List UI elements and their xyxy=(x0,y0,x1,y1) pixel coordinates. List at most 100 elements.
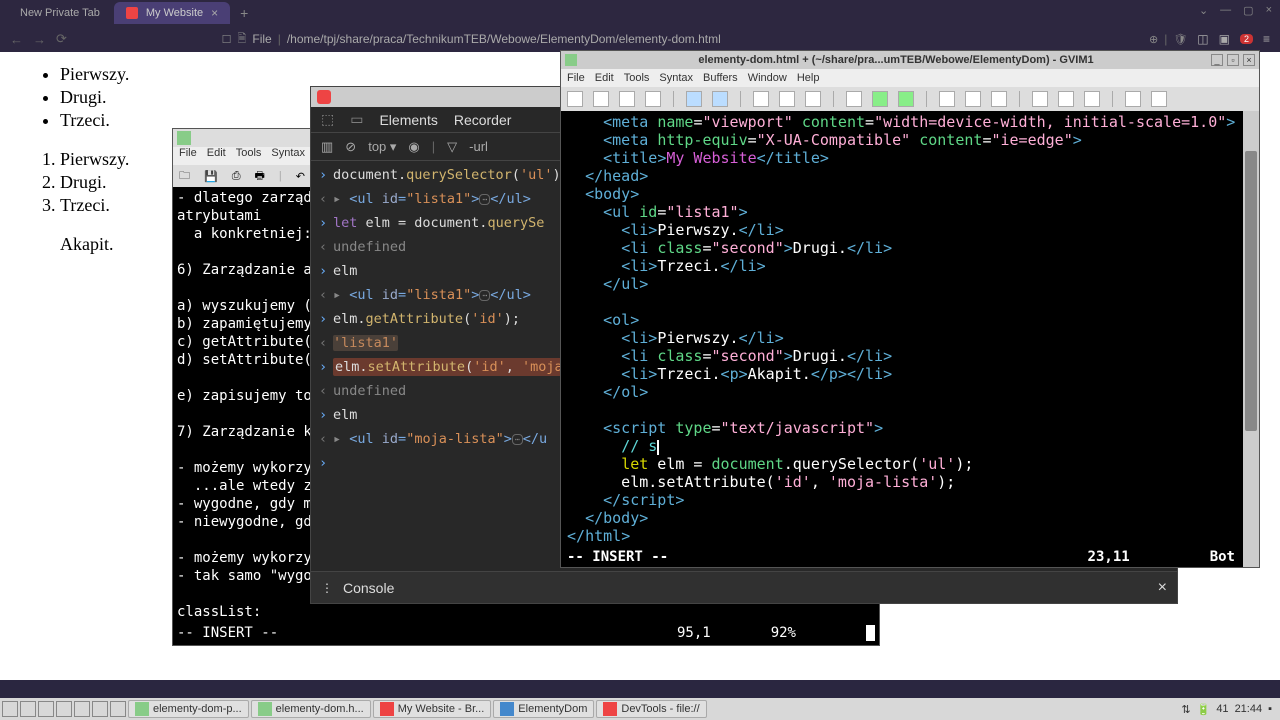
search-help-icon[interactable] xyxy=(1151,91,1167,107)
status-bar: -- INSERT -- 95,192% xyxy=(173,625,879,645)
saveall-icon[interactable]: ⎙ xyxy=(232,170,241,183)
print-icon[interactable] xyxy=(645,91,661,107)
minimize-icon[interactable]: — xyxy=(1220,4,1231,17)
back-icon[interactable]: ← xyxy=(10,32,23,47)
sidebar-toggle-icon[interactable]: ▥ xyxy=(321,139,333,155)
context-select[interactable]: top ▾ xyxy=(368,139,396,155)
launcher-icon[interactable] xyxy=(74,701,90,717)
sidebar-icon[interactable]: ▣ xyxy=(1219,32,1230,46)
menu-edit[interactable]: Edit xyxy=(595,72,614,84)
reload-icon[interactable]: ⟳ xyxy=(56,31,67,47)
drawer-tab-console[interactable]: Console xyxy=(343,580,394,596)
battery-icon[interactable]: 🔋 xyxy=(1197,703,1211,716)
gvim-window[interactable]: elementy-dom.html + (~/share/pra...umTEB… xyxy=(560,50,1260,568)
menu-buffers[interactable]: Buffers xyxy=(703,72,738,84)
menu-window[interactable]: Window xyxy=(748,72,787,84)
bookmark-icon[interactable]: ☐ xyxy=(222,33,232,46)
launcher-icon[interactable] xyxy=(20,701,36,717)
help-icon[interactable] xyxy=(991,91,1007,107)
url-bar[interactable]: ☐ 🗎 File | /home/tpj/share/praca/Technik… xyxy=(77,30,1187,49)
menu-file[interactable]: File xyxy=(567,72,585,84)
taskbar-item[interactable]: DevTools - file:// xyxy=(596,700,706,718)
chevron-down-icon[interactable]: ⌄ xyxy=(1199,4,1208,17)
script-icon[interactable] xyxy=(1032,91,1048,107)
clear-icon[interactable]: ⊘ xyxy=(345,139,356,155)
tab-recorder[interactable]: Recorder xyxy=(454,112,512,128)
print-icon[interactable]: 🖶 xyxy=(255,167,265,186)
vpn-badge[interactable]: 2 xyxy=(1240,34,1253,44)
minimize-icon[interactable]: _ xyxy=(1211,54,1223,66)
shield-icon[interactable]: 🛡 xyxy=(1173,33,1187,46)
taskbar[interactable]: elementy-dom-p... elementy-dom.h... My W… xyxy=(0,698,1280,720)
undo-icon[interactable] xyxy=(686,91,702,107)
close-icon[interactable]: × xyxy=(1243,54,1255,66)
device-icon[interactable]: ▭ xyxy=(350,111,363,128)
open-icon[interactable]: 🗀 xyxy=(179,167,190,186)
menu-file[interactable]: File xyxy=(179,147,197,165)
save-icon[interactable]: 💾 xyxy=(204,170,218,183)
system-tray[interactable]: ⇅ 🔋 41 21:44 ▪ xyxy=(1175,703,1278,716)
tab-new-private[interactable]: New Private Tab xyxy=(8,2,112,24)
filter-icon[interactable]: ▽ xyxy=(447,139,457,155)
save-icon[interactable] xyxy=(593,91,609,107)
eye-icon[interactable]: ◉ xyxy=(408,139,419,155)
tag-icon[interactable] xyxy=(1084,91,1100,107)
close-tab-icon[interactable]: × xyxy=(211,6,218,20)
clock[interactable]: 21:44 xyxy=(1235,703,1263,715)
inspect-icon[interactable]: ⬚ xyxy=(321,111,334,128)
session-icon[interactable] xyxy=(1058,91,1074,107)
menu-syntax[interactable]: Syntax xyxy=(271,147,305,165)
undo-icon[interactable]: ↶ xyxy=(296,170,305,183)
start-menu-icon[interactable] xyxy=(2,701,18,717)
menu-tools[interactable]: Tools xyxy=(236,147,262,165)
network-icon[interactable]: ⇅ xyxy=(1181,703,1190,716)
shell-icon[interactable] xyxy=(939,91,955,107)
forward-icon[interactable]: → xyxy=(33,32,46,47)
drawer-menu-icon[interactable]: ⋮ xyxy=(321,581,333,595)
zoom-icon[interactable]: ⊕ xyxy=(1149,33,1158,46)
new-tab-button[interactable]: + xyxy=(232,5,256,21)
filter-input[interactable]: -url xyxy=(469,139,488,154)
gvim-menubar[interactable]: File Edit Tools Syntax Buffers Window He… xyxy=(561,69,1259,87)
question-icon[interactable] xyxy=(1125,91,1141,107)
redo-icon[interactable] xyxy=(712,91,728,107)
saveall-icon[interactable] xyxy=(619,91,635,107)
paste-icon[interactable] xyxy=(805,91,821,107)
scrollbar[interactable] xyxy=(1243,111,1259,567)
ctags-icon[interactable] xyxy=(965,91,981,107)
launcher-icon[interactable] xyxy=(56,701,72,717)
show-desktop-icon[interactable]: ▪ xyxy=(1268,703,1272,715)
gvim-editor[interactable]: <meta name="viewport" content="width=dev… xyxy=(561,111,1259,547)
find-icon[interactable] xyxy=(846,91,862,107)
gvim-toolbar[interactable] xyxy=(561,87,1259,111)
open-icon[interactable] xyxy=(567,91,583,107)
maximize-icon[interactable]: ▫ xyxy=(1227,54,1239,66)
close-drawer-icon[interactable]: × xyxy=(1158,579,1167,597)
taskbar-item[interactable]: elementy-dom.h... xyxy=(251,700,371,718)
close-window-icon[interactable]: × xyxy=(1266,4,1272,17)
menu-tools[interactable]: Tools xyxy=(624,72,650,84)
tab-elements[interactable]: Elements xyxy=(379,112,437,128)
launcher-icon[interactable] xyxy=(92,701,108,717)
menu-icon[interactable]: ≡ xyxy=(1263,32,1270,46)
menu-help[interactable]: Help xyxy=(797,72,820,84)
taskbar-item[interactable]: My Website - Br... xyxy=(373,700,492,718)
gvim-titlebar[interactable]: elementy-dom.html + (~/share/pra...umTEB… xyxy=(561,51,1259,69)
tab-my-website[interactable]: My Website × xyxy=(114,2,230,24)
make-icon[interactable] xyxy=(898,91,914,107)
cast-icon[interactable]: ◫ xyxy=(1197,32,1208,46)
launcher-icon[interactable] xyxy=(110,701,126,717)
menu-syntax[interactable]: Syntax xyxy=(659,72,693,84)
scrollbar-thumb[interactable] xyxy=(1245,151,1257,431)
copy-icon[interactable] xyxy=(779,91,795,107)
url-proto: File xyxy=(252,32,271,46)
launcher-icon[interactable] xyxy=(38,701,54,717)
run-icon[interactable] xyxy=(872,91,888,107)
gvim-title-text: elementy-dom.html + (~/share/pra...umTEB… xyxy=(581,54,1211,66)
taskbar-item[interactable]: elementy-dom-p... xyxy=(128,700,249,718)
menu-edit[interactable]: Edit xyxy=(207,147,226,165)
maximize-icon[interactable]: ▢ xyxy=(1243,4,1253,17)
cut-icon[interactable] xyxy=(753,91,769,107)
brave-icon xyxy=(603,702,617,716)
taskbar-item[interactable]: ElementyDom xyxy=(493,700,594,718)
